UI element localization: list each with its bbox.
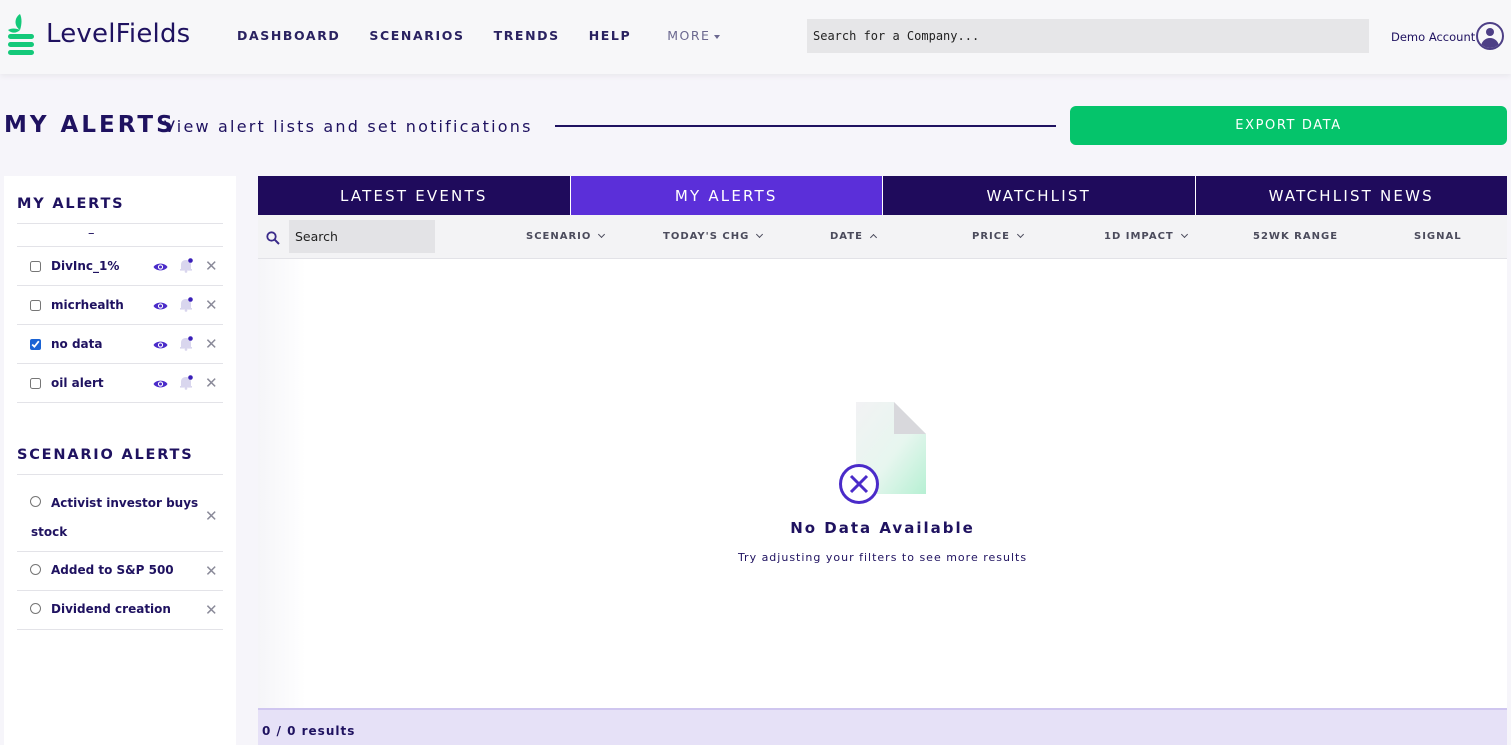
scenario-label[interactable]: Activist investor buys bbox=[51, 489, 198, 518]
nav-more-dropdown[interactable]: MORE bbox=[667, 28, 721, 43]
table-search-input[interactable] bbox=[289, 220, 435, 253]
chevron-down-icon bbox=[756, 230, 764, 239]
no-data-document-icon bbox=[839, 402, 926, 504]
bell-notification-icon[interactable] bbox=[179, 336, 193, 351]
page-subtitle: View alert lists and set notifications bbox=[164, 117, 533, 136]
nav-scenarios[interactable]: SCENARIOS bbox=[369, 28, 464, 43]
app-name: LevelFields bbox=[46, 19, 191, 49]
column-todays-chg[interactable]: TODAY'S CHG bbox=[663, 230, 764, 242]
eye-icon[interactable] bbox=[153, 262, 168, 272]
remove-scenario-close-icon[interactable]: ✕ bbox=[205, 603, 218, 618]
remove-scenario-close-icon[interactable]: ✕ bbox=[205, 509, 218, 524]
empty-state-title: No Data Available bbox=[790, 519, 975, 537]
search-icon bbox=[266, 231, 280, 245]
nav-help[interactable]: HELP bbox=[589, 28, 632, 43]
bell-notification-icon[interactable] bbox=[179, 297, 193, 312]
alert-label[interactable]: micrhealth bbox=[51, 298, 124, 312]
nav-trends[interactable]: TRENDS bbox=[494, 28, 560, 43]
remove-alert-close-icon[interactable]: ✕ bbox=[205, 376, 218, 391]
empty-state-subtitle: Try adjusting your filters to see more r… bbox=[737, 551, 1028, 564]
eye-icon[interactable] bbox=[153, 301, 168, 311]
alerts-sidebar: MY ALERTS – DivInc_1% ✕ micrhealth ✕ no … bbox=[4, 176, 236, 745]
remove-alert-close-icon[interactable]: ✕ bbox=[205, 298, 218, 313]
alert-row-divinc: DivInc_1% ✕ bbox=[17, 247, 223, 286]
alert-checkbox[interactable] bbox=[30, 339, 41, 350]
alert-row-micrhealth: micrhealth ✕ bbox=[17, 286, 223, 325]
scenario-row-sp500: Added to S&P 500 ✕ bbox=[17, 552, 223, 591]
remove-alert-close-icon[interactable]: ✕ bbox=[205, 259, 218, 274]
alert-checkbox[interactable] bbox=[30, 378, 41, 389]
table-footer: 0 / 0 results bbox=[258, 708, 1507, 745]
column-label: DATE bbox=[830, 231, 863, 242]
avatar-body bbox=[1481, 38, 1499, 48]
tab-latest-events[interactable]: LATEST EVENTS bbox=[258, 176, 571, 215]
collapse-dash[interactable]: – bbox=[88, 226, 95, 241]
scenario-label-line2[interactable]: stock bbox=[31, 518, 67, 547]
scenario-radio[interactable] bbox=[30, 603, 41, 614]
scenario-label[interactable]: Added to S&P 500 bbox=[51, 556, 174, 585]
bell-notification-icon[interactable] bbox=[179, 375, 193, 390]
bell-notification-icon[interactable] bbox=[179, 258, 193, 273]
main-nav: DASHBOARD SCENARIOS TRENDS HELP MORE bbox=[237, 28, 749, 43]
remove-alert-close-icon[interactable]: ✕ bbox=[205, 337, 218, 352]
scenario-radio[interactable] bbox=[30, 564, 41, 575]
column-scenario[interactable]: SCENARIO bbox=[526, 230, 606, 242]
alert-row-oil-alert: oil alert ✕ bbox=[17, 364, 223, 403]
tab-watchlist[interactable]: WATCHLIST bbox=[883, 176, 1196, 215]
alert-row-no-data: no data ✕ bbox=[17, 325, 223, 364]
alert-label[interactable]: DivInc_1% bbox=[51, 259, 119, 273]
page-title: MY ALERTS bbox=[4, 112, 176, 138]
account-name[interactable]: Demo Account bbox=[1391, 30, 1475, 44]
eye-icon[interactable] bbox=[153, 340, 168, 350]
nav-more-label: MORE bbox=[667, 28, 711, 43]
results-count: 0 / 0 results bbox=[262, 724, 356, 738]
alert-checkbox[interactable] bbox=[30, 261, 41, 272]
chevron-down-icon bbox=[1016, 230, 1024, 239]
tab-my-alerts[interactable]: MY ALERTS bbox=[570, 176, 883, 215]
chevron-up-icon bbox=[869, 233, 877, 242]
heading-divider bbox=[555, 125, 1056, 127]
column-price[interactable]: PRICE bbox=[972, 230, 1024, 242]
top-navigation-bar: LevelFields DASHBOARD SCENARIOS TRENDS H… bbox=[0, 0, 1511, 74]
column-label: 1D IMPACT bbox=[1104, 231, 1174, 242]
chevron-down-icon bbox=[1180, 230, 1188, 239]
table-body: No Data Available Try adjusting your fil… bbox=[258, 259, 1507, 708]
scenario-row-dividend: Dividend creation ✕ bbox=[17, 591, 223, 630]
column-date[interactable]: DATE bbox=[830, 231, 877, 242]
column-label: TODAY'S CHG bbox=[663, 231, 750, 242]
scenario-label[interactable]: Dividend creation bbox=[51, 595, 171, 624]
scenario-row-activist: Activist investor buys stock ✕ bbox=[17, 475, 223, 552]
scenario-alerts-heading: SCENARIO ALERTS bbox=[17, 447, 194, 463]
table-header: SCENARIO TODAY'S CHG DATE PRICE 1D IMPAC… bbox=[258, 215, 1507, 259]
chevron-down-icon bbox=[598, 230, 606, 239]
avatar-head bbox=[1486, 28, 1494, 36]
view-tabs: LATEST EVENTS MY ALERTS WATCHLIST WATCHL… bbox=[258, 176, 1507, 215]
column-1d-impact[interactable]: 1D IMPACT bbox=[1104, 230, 1188, 242]
alert-label[interactable]: no data bbox=[51, 337, 103, 351]
logo-sprout-icon bbox=[8, 14, 34, 55]
app-logo[interactable]: LevelFields bbox=[6, 12, 190, 56]
remove-scenario-close-icon[interactable]: ✕ bbox=[205, 564, 218, 579]
my-alerts-heading: MY ALERTS bbox=[17, 196, 125, 212]
divider bbox=[17, 223, 223, 224]
nav-dashboard[interactable]: DASHBOARD bbox=[237, 28, 340, 43]
alert-checkbox[interactable] bbox=[30, 300, 41, 311]
column-52wk-range[interactable]: 52WK RANGE bbox=[1253, 231, 1338, 242]
avatar-icon[interactable] bbox=[1476, 22, 1504, 50]
tab-watchlist-news[interactable]: WATCHLIST NEWS bbox=[1195, 176, 1507, 215]
column-signal[interactable]: SIGNAL bbox=[1414, 231, 1462, 242]
caret-down-icon bbox=[714, 34, 721, 39]
column-label: PRICE bbox=[972, 231, 1010, 242]
export-data-button[interactable]: EXPORT DATA bbox=[1070, 106, 1507, 145]
column-label: SCENARIO bbox=[526, 231, 592, 242]
company-search-input[interactable] bbox=[807, 19, 1369, 53]
eye-icon[interactable] bbox=[153, 379, 168, 389]
scenario-radio[interactable] bbox=[30, 496, 41, 507]
alert-label[interactable]: oil alert bbox=[51, 376, 104, 390]
